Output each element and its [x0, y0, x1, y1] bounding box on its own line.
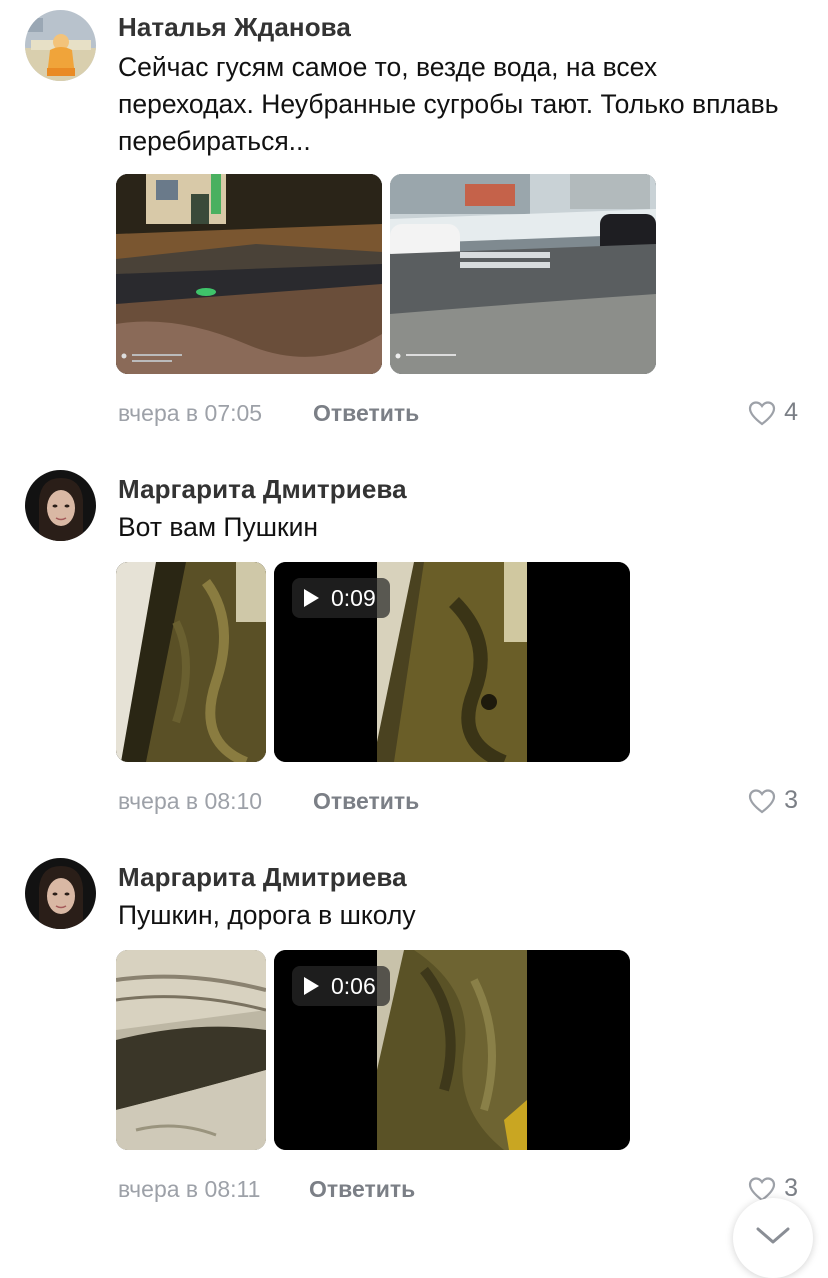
video-duration: 0:06 — [331, 973, 376, 999]
video-thumbnail[interactable]: 0:06 — [274, 950, 630, 1150]
photo-thumbnail[interactable] — [116, 950, 266, 1150]
comment-3: Маргарита Дмитриева Пушкин, дорога в шко… — [0, 0, 828, 1244]
comment-text: Пушкин, дорога в школу — [118, 900, 416, 930]
like-count: 3 — [784, 1174, 798, 1202]
reply-button[interactable]: Ответить — [309, 1176, 415, 1203]
comment-author[interactable]: Маргарита Дмитриева — [118, 862, 407, 893]
video-duration-badge: 0:06 — [292, 966, 390, 1006]
chevron-down-icon — [756, 1227, 790, 1244]
avatar-photo-icon — [25, 858, 96, 929]
photo-snowy-puddle-icon — [116, 950, 266, 1150]
play-icon — [304, 977, 319, 995]
comment-timestamp: вчера в 08:11 — [118, 1176, 261, 1202]
scroll-down-button[interactable] — [733, 1198, 813, 1278]
avatar[interactable] — [25, 858, 96, 929]
